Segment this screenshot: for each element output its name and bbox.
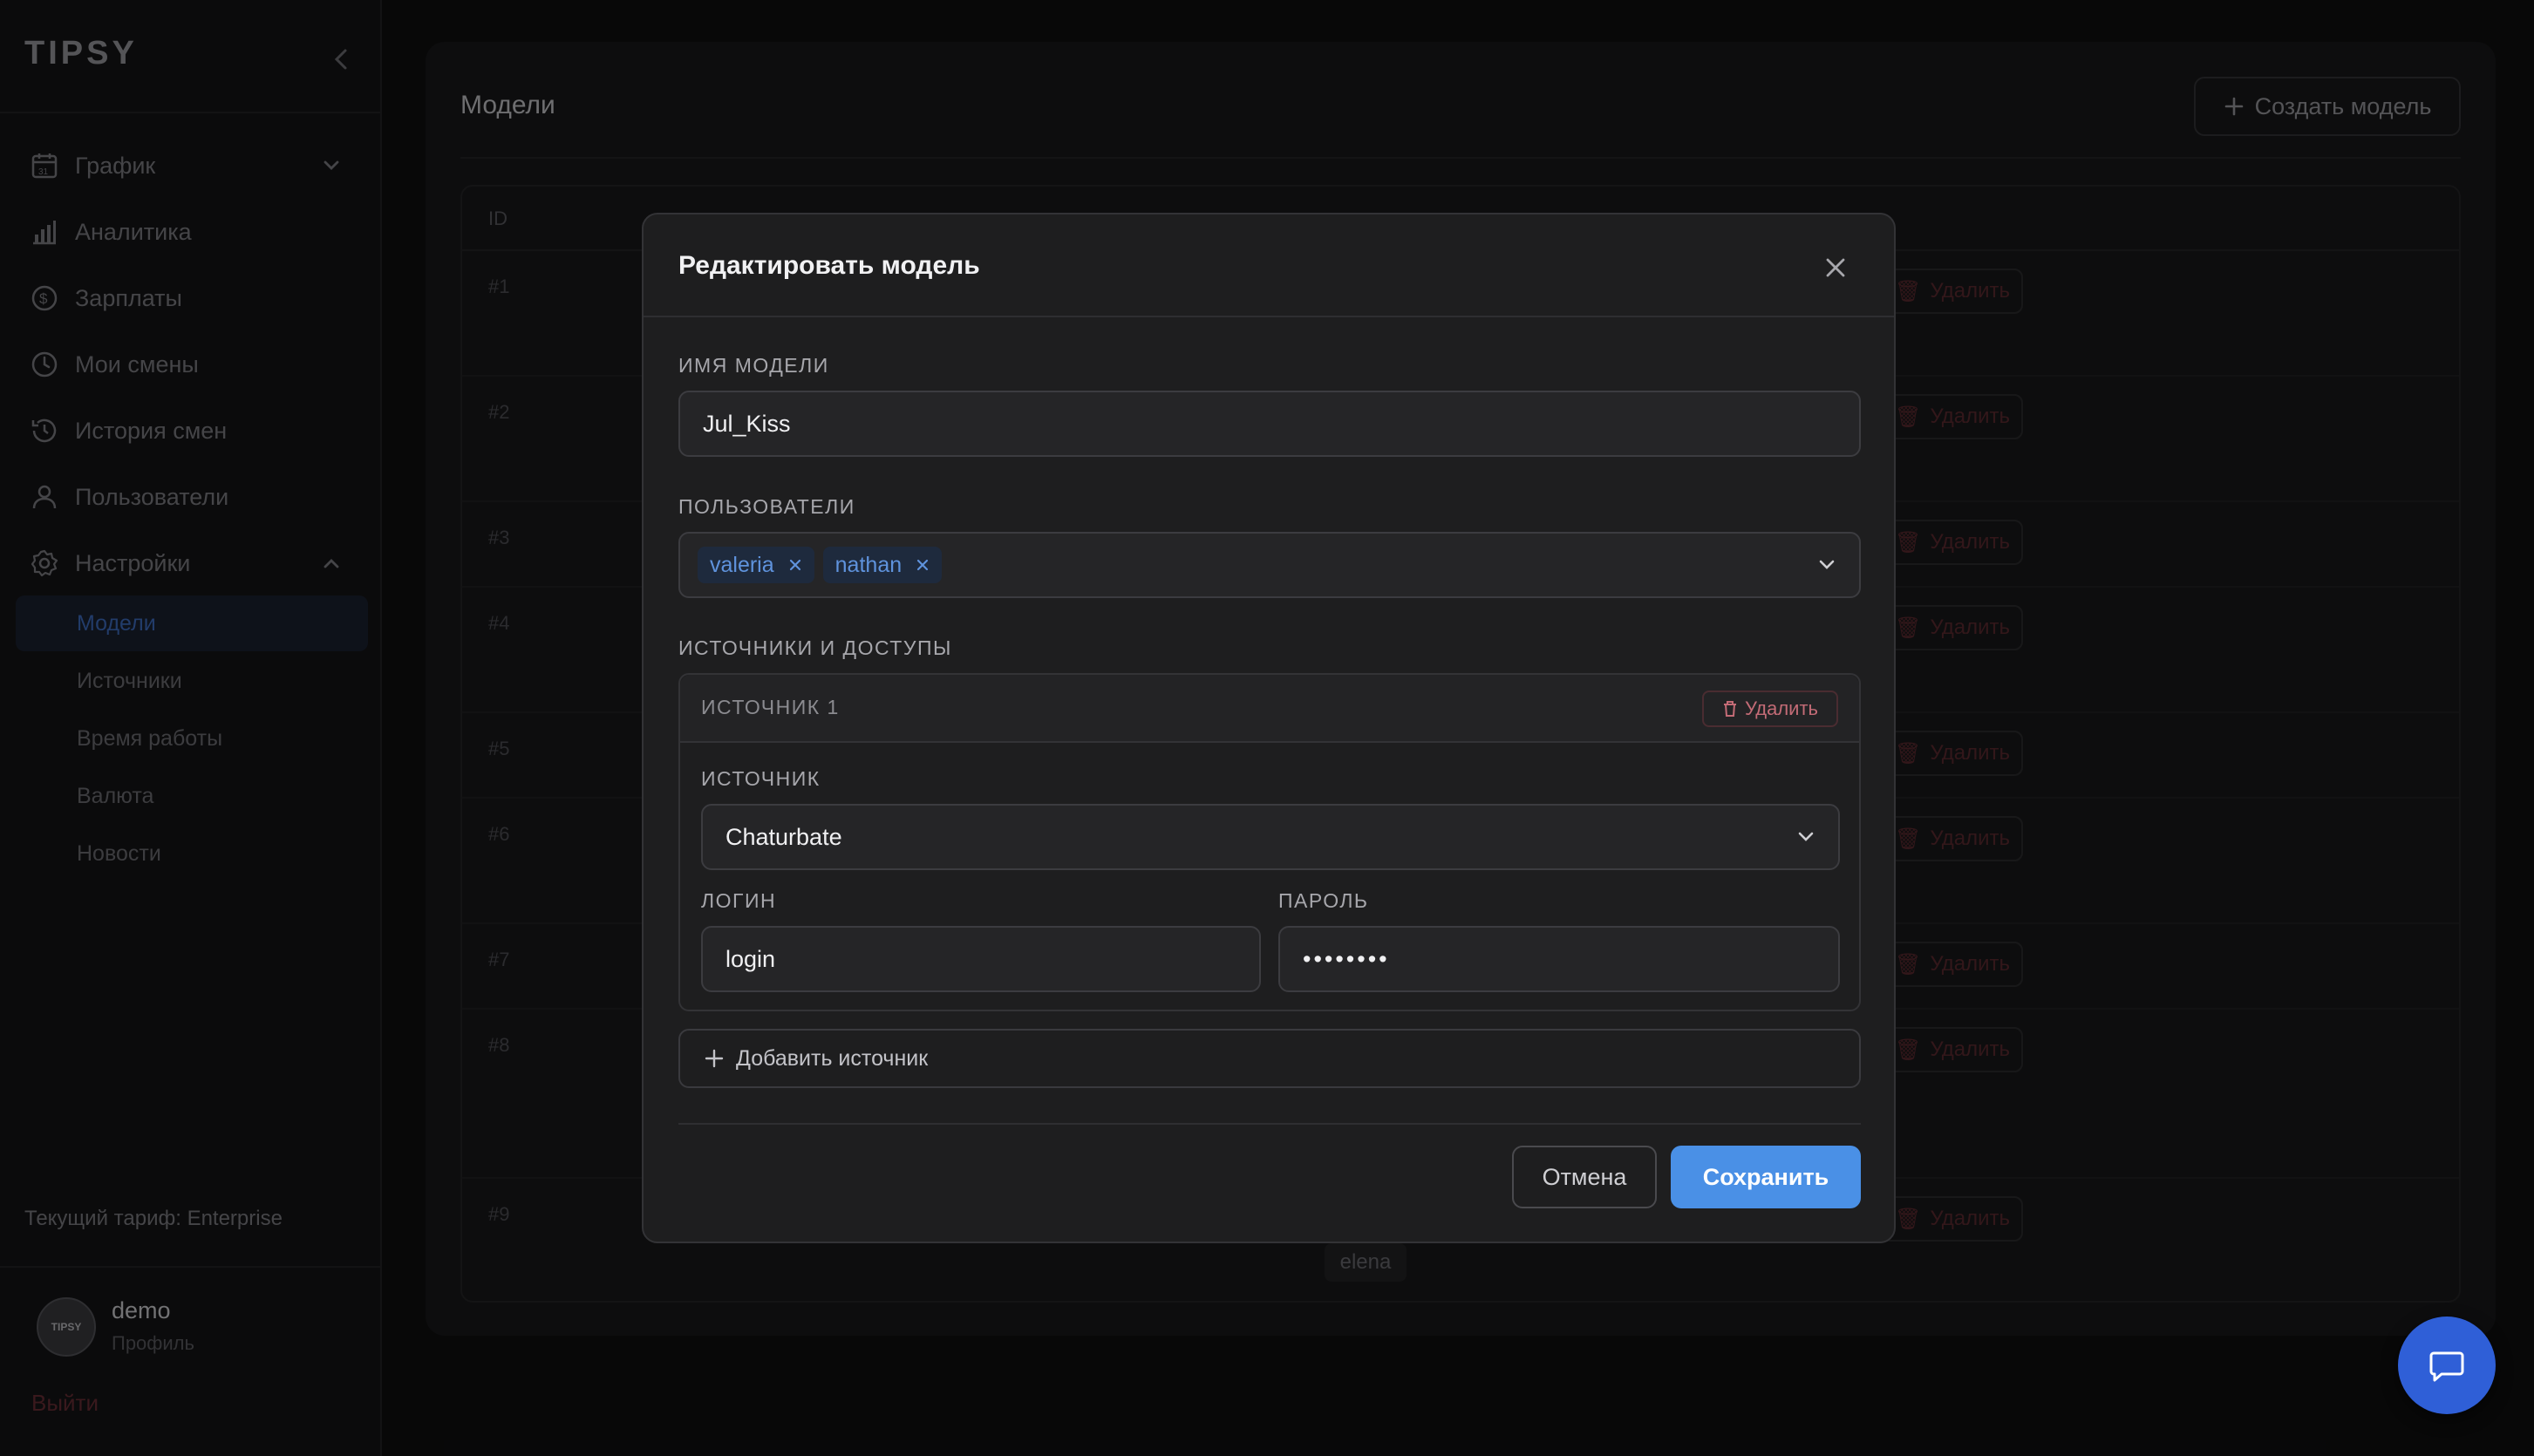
model-name-label: Имя модели xyxy=(678,354,829,377)
login-input[interactable]: login xyxy=(701,926,1261,992)
source-card: ИСТОЧНИК 1 Удалить Источник Chaturbate Л… xyxy=(678,673,1861,1011)
delete-source-label: Удалить xyxy=(1745,697,1818,719)
remove-tag-icon[interactable] xyxy=(916,558,930,572)
trash-icon xyxy=(1724,701,1736,717)
edit-model-dialog: Редактировать модель Имя модели Jul_Kiss… xyxy=(642,213,1896,1243)
cancel-button[interactable]: Отмена xyxy=(1512,1146,1657,1208)
user-tag-label: nathan xyxy=(834,552,903,577)
plus-icon xyxy=(705,1049,724,1068)
close-icon xyxy=(1826,258,1845,277)
source-title: ИСТОЧНИК 1 xyxy=(701,696,840,718)
source-card-header: ИСТОЧНИК 1 Удалить xyxy=(680,675,1859,743)
password-input[interactable]: •••••••• xyxy=(1278,926,1840,992)
chevron-down-icon xyxy=(1819,560,1835,569)
user-tag: valeria xyxy=(698,547,814,583)
close-dialog-button[interactable] xyxy=(1821,253,1850,282)
delete-source-button[interactable]: Удалить xyxy=(1702,691,1838,727)
chat-widget-button[interactable] xyxy=(2398,1317,2496,1414)
dialog-title: Редактировать модель xyxy=(678,251,980,280)
password-label: Пароль xyxy=(1278,889,1369,912)
dialog-header-divider xyxy=(644,316,1894,317)
users-multiselect[interactable]: valeria nathan xyxy=(678,532,1861,598)
chat-icon xyxy=(2429,1351,2464,1382)
user-tag-label: valeria xyxy=(710,552,774,577)
add-source-button[interactable]: Добавить источник xyxy=(678,1029,1861,1088)
source-select-label: Источник xyxy=(701,767,821,790)
remove-tag-icon[interactable] xyxy=(788,558,802,572)
chevron-down-icon xyxy=(1798,832,1814,841)
user-tag: nathan xyxy=(822,547,943,583)
sources-label: Источники и доступы xyxy=(678,636,952,659)
source-select[interactable]: Chaturbate xyxy=(701,804,1840,870)
dialog-footer-divider xyxy=(678,1123,1861,1125)
login-label: Логин xyxy=(701,889,777,912)
add-source-label: Добавить источник xyxy=(736,1045,929,1071)
users-label: Пользователи xyxy=(678,495,855,518)
source-select-value: Chaturbate xyxy=(725,823,842,850)
model-name-input[interactable]: Jul_Kiss xyxy=(678,391,1861,457)
save-button[interactable]: Сохранить xyxy=(1671,1146,1861,1208)
